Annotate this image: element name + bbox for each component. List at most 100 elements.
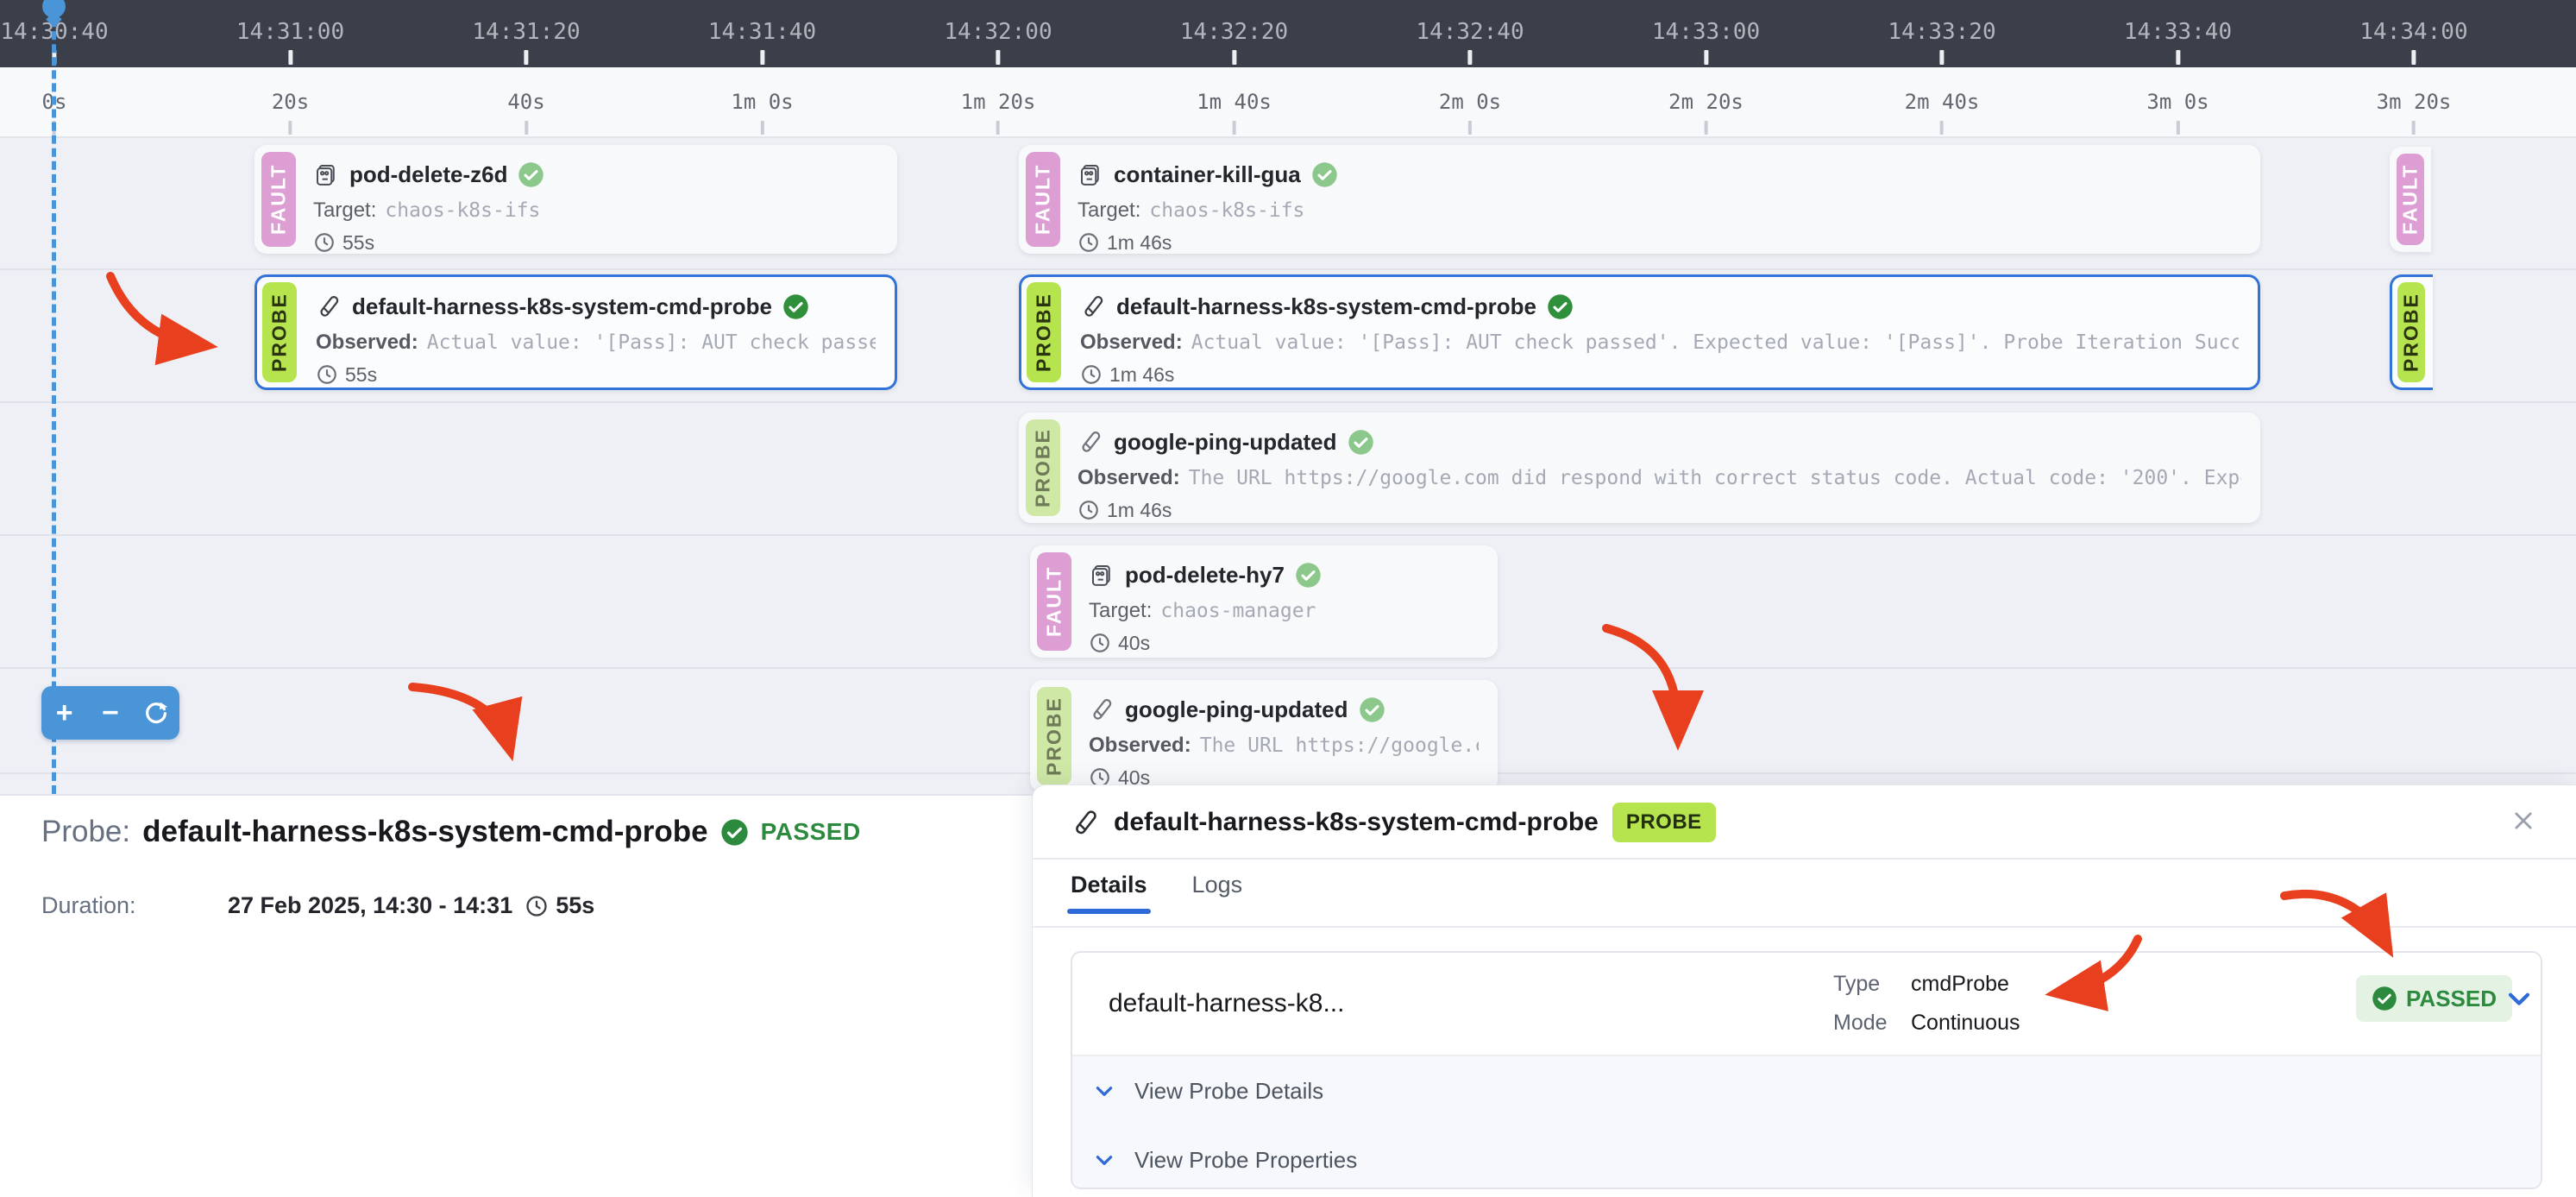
row-divider [0, 268, 2576, 270]
timeline-relative-tick: 1m 40s [1197, 67, 1272, 138]
row-divider [0, 667, 2576, 669]
card-duration: 55s [345, 363, 377, 387]
timeline-relative-tick: 40s [507, 67, 544, 138]
timeline-card-probe-selected[interactable]: PROBE default-harness-k8s-system-cmd-pro… [254, 274, 897, 390]
probe-tag: PROBE [1027, 282, 1061, 382]
timeline-absolute-tick: 14:32:00 [944, 0, 1052, 67]
timeline-absolute-tick: 14:33:20 [1888, 0, 1995, 67]
status-badge: PASSED [761, 818, 861, 846]
timeline-absolute-tick: 14:31:40 [708, 0, 816, 67]
meta-value: Actual value: '[Pass]: AUT check passed'… [1191, 331, 2239, 354]
timeline-absolute-tick: 14:33:40 [2124, 0, 2232, 67]
fault-icon [1078, 161, 1103, 187]
detail-kv: Type cmdProbe Mode Continuous [1833, 972, 2020, 1036]
fault-tag: FAULT [261, 152, 296, 247]
probe-icon [1078, 429, 1103, 455]
view-probe-properties-link[interactable]: View Probe Properties [1093, 1132, 2541, 1188]
timeline-relative-tick: 3m 20s [2377, 67, 2452, 138]
clock-icon [1089, 632, 1111, 654]
probe-icon [1071, 808, 1100, 837]
probe-tag: PROBE [262, 282, 297, 382]
duration-label: Duration: [41, 892, 228, 919]
card-title: container-kill-gua [1114, 161, 1301, 188]
timeline-card-fault-partial[interactable]: FAULT [2390, 147, 2431, 252]
panel-tabs: Details Logs [1071, 872, 1242, 914]
probe-tag: PROBE [1037, 687, 1071, 785]
tab-details[interactable]: Details [1071, 872, 1147, 914]
chevron-down-icon[interactable] [2504, 984, 2534, 1017]
timeline-card-probe-selected[interactable]: PROBE default-harness-k8s-system-cmd-pro… [1019, 274, 2260, 390]
card-title: google-ping-updated [1114, 429, 1337, 456]
duration-row: Duration: 27 Feb 2025, 14:30 - 14:31 55s [41, 892, 594, 919]
timeline-card-fault[interactable]: FAULT pod-delete-z6d Target: chaos-k8s-if… [254, 145, 897, 254]
fault-icon [1089, 562, 1115, 588]
timeline-absolute-tick: 14:34:00 [2359, 0, 2467, 67]
row-divider [0, 534, 2576, 536]
probe-name: default-harness-k8s-system-cmd-probe [142, 815, 707, 849]
close-icon[interactable] [2509, 806, 2538, 835]
card-duration: 1m 46s [1107, 231, 1172, 255]
card-title: google-ping-updated [1125, 696, 1348, 723]
mode-value: Continuous [1911, 1011, 2020, 1036]
check-icon [1359, 696, 1385, 723]
tabs-divider [1033, 926, 2576, 928]
meta-label: Observed: [316, 331, 418, 355]
check-icon [782, 293, 809, 320]
meta-value: chaos-k8s-ifs [385, 199, 540, 222]
row-divider [0, 401, 2576, 403]
playhead-line[interactable] [52, 5, 56, 794]
probe-icon [1089, 696, 1115, 722]
meta-label: Target: [313, 198, 376, 223]
probe-icon [316, 293, 342, 319]
clock-icon [1078, 231, 1100, 254]
duration-value: 27 Feb 2025, 14:30 - 14:31 [228, 892, 512, 919]
probe-details-panel: default-harness-k8s-system-cmd-probe PRO… [1032, 784, 2576, 1197]
meta-value: chaos-k8s-ifs [1149, 199, 1304, 222]
meta-value: Actual value: '[Pass]: AUT check passed'… [427, 331, 876, 354]
timeline-card-probe[interactable]: PROBE google-ping-updated Observed:The U… [1019, 413, 2260, 523]
check-icon [2372, 986, 2397, 1011]
timeline-absolute-tick: 14:33:00 [1652, 0, 1760, 67]
zoom-out-button[interactable]: − [91, 689, 130, 737]
timeline-card-probe-partial[interactable]: PROBE [2390, 274, 2433, 390]
card-duration: 55s [342, 231, 374, 255]
check-icon [1547, 293, 1574, 320]
panel-title: default-harness-k8s-system-cmd-probe [1114, 808, 1599, 837]
zoom-in-button[interactable]: + [45, 689, 85, 737]
timeline-card-probe[interactable]: PROBE google-ping-updated Observed:The U… [1030, 680, 1498, 792]
timeline-ruler: 0s20s40s1m 0s1m 20s1m 40s2m 0s2m 20s2m 4… [0, 67, 2576, 138]
detail-card-header: default-harness-k8... Type cmdProbe Mode… [1072, 953, 2541, 1056]
probe-icon [1080, 293, 1106, 319]
card-title: pod-delete-z6d [349, 161, 507, 188]
check-icon [1348, 429, 1374, 456]
probe-type-badge: PROBE [1612, 803, 1716, 842]
card-duration: 1m 46s [1107, 499, 1172, 522]
tab-logs[interactable]: Logs [1192, 872, 1243, 914]
meta-label: Target: [1089, 599, 1152, 623]
timeline-card-fault[interactable]: FAULT pod-delete-hy7 Target:chaos-manage… [1030, 545, 1498, 658]
meta-label: Observed: [1078, 466, 1180, 490]
clock-icon [313, 231, 336, 254]
card-title: default-harness-k8s-system-cmd-probe [1116, 293, 1536, 320]
timeline-card-fault[interactable]: FAULT container-kill-gua Target:chaos-k8… [1019, 145, 2260, 254]
probe-label: Probe: [41, 815, 130, 849]
type-label: Type [1833, 972, 1911, 997]
timeline-absolute-tick: 14:32:40 [1416, 0, 1524, 67]
fault-tag: FAULT [1037, 552, 1071, 651]
view-probe-details-link[interactable]: View Probe Details [1093, 1063, 2541, 1118]
probe-tag: PROBE [2397, 282, 2425, 382]
passed-label: PASSED [2406, 986, 2497, 1012]
meta-value: chaos-manager [1160, 600, 1316, 622]
card-duration: 1m 46s [1109, 363, 1174, 387]
meta-label: Target: [1078, 198, 1140, 223]
chevron-down-icon [1093, 1080, 1115, 1102]
card-title: default-harness-k8s-system-cmd-probe [352, 293, 772, 320]
timeline-relative-tick: 1m 20s [961, 67, 1036, 138]
check-icon [1295, 562, 1322, 589]
mode-label: Mode [1833, 1011, 1911, 1036]
reset-zoom-icon[interactable] [136, 689, 176, 737]
timeline-relative-tick: 2m 20s [1668, 67, 1744, 138]
meta-value: The URL https://google.com… [1200, 734, 1479, 757]
check-icon [518, 161, 544, 188]
timeline-header: 14:30:4014:31:0014:31:2014:31:4014:32:00… [0, 0, 2576, 67]
